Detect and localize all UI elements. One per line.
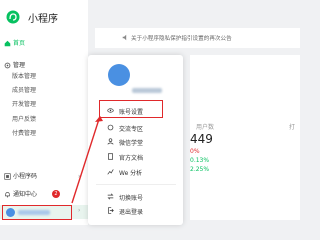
- stat-header: 用户数: [196, 124, 215, 131]
- nav-user-feedback[interactable]: 用户反馈: [12, 116, 36, 124]
- speaker-icon: [122, 34, 127, 41]
- refresh-icon: [107, 124, 114, 131]
- nav-home[interactable]: 首页: [13, 40, 25, 48]
- home-icon: [4, 40, 11, 47]
- nav-dev-manage[interactable]: 开发管理: [12, 101, 36, 109]
- chevron-right-icon: ›: [78, 173, 81, 180]
- menu-official-docs[interactable]: 官方文档: [119, 153, 143, 162]
- nav-manage[interactable]: 管理: [13, 62, 25, 70]
- swap-icon: [107, 193, 114, 200]
- people-icon: [107, 138, 114, 145]
- menu-divider: [96, 184, 176, 185]
- settings-icon: [4, 62, 11, 69]
- stat-change-zero: 0%: [190, 148, 200, 155]
- bell-icon: [5, 192, 10, 198]
- mini-program-logo-icon: [6, 10, 20, 24]
- menu-community[interactable]: 交流专区: [119, 124, 143, 133]
- nav-member-manage[interactable]: 成员管理: [12, 87, 36, 95]
- notice-text[interactable]: 关于小程序隐私保护指引设置的再次公告: [131, 34, 232, 42]
- stat-change-2: 2.25%: [190, 166, 210, 173]
- popup-account-name-blurred: [132, 88, 162, 93]
- logout-icon: [108, 207, 114, 214]
- account-name-blurred: [18, 210, 50, 215]
- stat-number: 449: [190, 132, 213, 146]
- nav-version-manage[interactable]: 版本管理: [12, 73, 36, 81]
- eye-settings-icon: [107, 108, 114, 113]
- menu-wechat-school[interactable]: 微信学堂: [119, 138, 143, 147]
- menu-logout[interactable]: 退出登录: [119, 207, 143, 216]
- menu-account-settings[interactable]: 账号设置: [119, 107, 143, 116]
- popup-avatar: [108, 64, 130, 86]
- menu-we-analysis[interactable]: We 分析: [119, 168, 142, 177]
- stat-change-1: 0.13%: [190, 157, 210, 164]
- qrcode-icon: [4, 173, 11, 180]
- nav-mini-code[interactable]: 小程序码: [13, 173, 37, 181]
- stat-header-cut: 打: [289, 124, 296, 131]
- sidebar: 小程序 首页 管理 版本管理 成员管理 开发管理 用户反馈 付费管理 小程序码 …: [0, 0, 88, 225]
- nav-notification[interactable]: 通知中心: [13, 191, 37, 199]
- avatar: [6, 208, 15, 217]
- app-title: 小程序: [28, 14, 58, 25]
- notification-badge: 2: [52, 190, 60, 198]
- nav-payment-manage[interactable]: 付费管理: [12, 130, 36, 138]
- document-icon: [108, 153, 113, 160]
- menu-switch-account[interactable]: 切换账号: [119, 193, 143, 202]
- chart-icon: [107, 169, 114, 175]
- chevron-right-icon: ›: [78, 207, 81, 214]
